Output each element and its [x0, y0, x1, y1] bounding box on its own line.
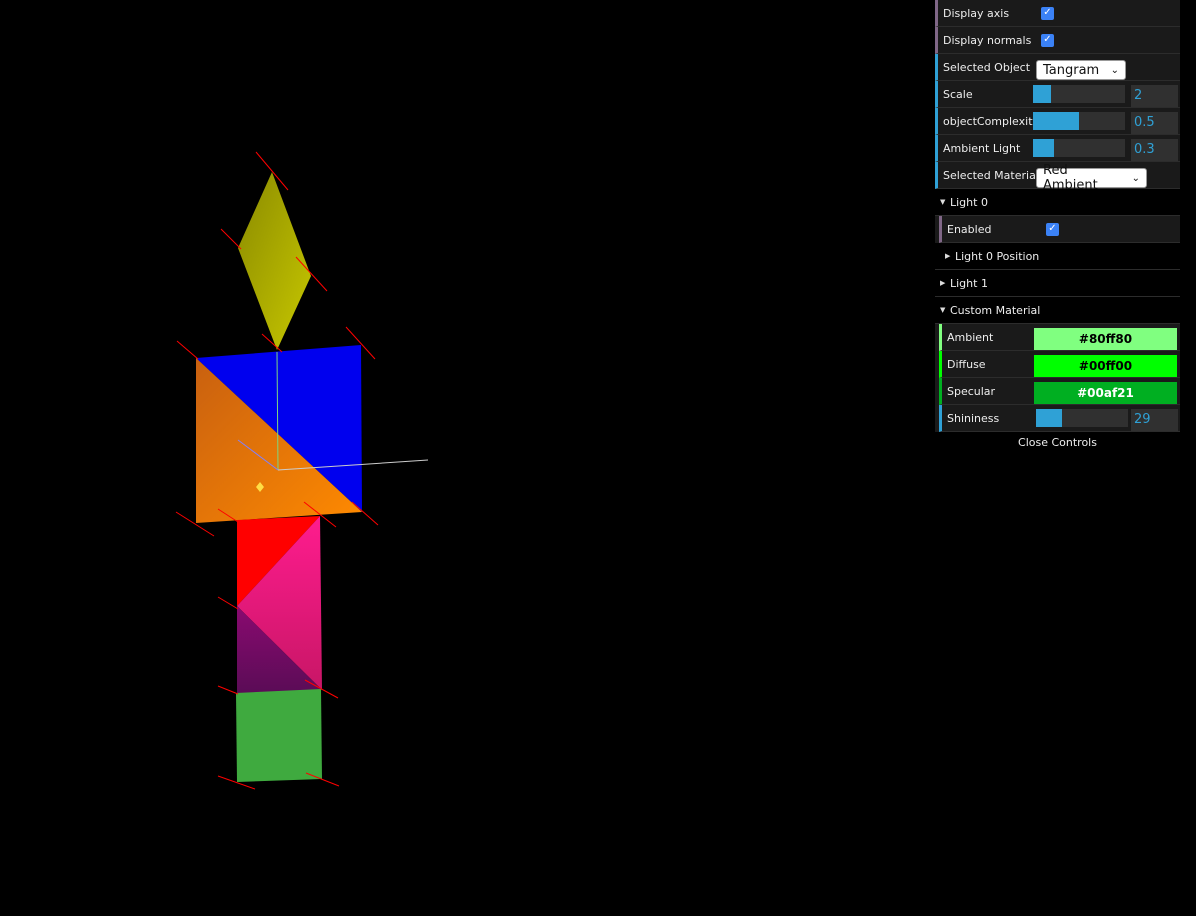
- selected-object-label: Selected Object: [943, 60, 1031, 74]
- selected-object-select[interactable]: Tangram ⌄: [1036, 60, 1126, 80]
- chevron-down-icon: ⌄: [1131, 172, 1140, 184]
- scale-slider-fill: [1033, 85, 1052, 103]
- ambient-color-input[interactable]: #80ff80: [1034, 328, 1177, 350]
- light0-position-title: Light 0 Position: [955, 249, 1040, 263]
- caret-right-icon: ▶: [940, 279, 946, 287]
- light0-folder-title[interactable]: ▼ Light 0: [935, 189, 1180, 216]
- green-square-piece: [236, 689, 322, 782]
- caret-down-icon: ▼: [940, 306, 946, 314]
- object-complexity-row: objectComplexity 0.5: [935, 108, 1180, 135]
- diffuse-color-row: Diffuse #00ff00: [939, 351, 1180, 378]
- selected-material-value: Red Ambient: [1043, 163, 1098, 193]
- scale-label: Scale: [943, 87, 973, 101]
- display-normals-checkbox[interactable]: ✓: [1041, 33, 1054, 47]
- light0-enabled-label: Enabled: [947, 222, 992, 236]
- display-axis-label: Display axis: [943, 6, 1010, 20]
- specular-color-input[interactable]: #00af21: [1034, 382, 1177, 404]
- custom-material-folder-title[interactable]: ▼ Custom Material: [935, 297, 1180, 324]
- selected-object-value: Tangram: [1043, 62, 1100, 78]
- object-complexity-input[interactable]: 0.5: [1131, 112, 1178, 134]
- ambient-color-row: Ambient #80ff80: [939, 324, 1180, 351]
- display-axis-checkbox[interactable]: ✓: [1041, 6, 1054, 20]
- object-complexity-slider[interactable]: [1033, 112, 1125, 130]
- scale-input[interactable]: 2: [1131, 85, 1178, 107]
- custom-material-title: Custom Material: [950, 303, 1041, 317]
- light0-position-folder-title[interactable]: ▶ Light 0 Position: [935, 243, 1180, 270]
- ambient-light-row: Ambient Light 0.3: [935, 135, 1180, 162]
- light0-title: Light 0: [950, 195, 988, 209]
- chevron-down-icon: ⌄: [1110, 64, 1119, 76]
- diffuse-color-label: Diffuse: [947, 357, 986, 371]
- light1-folder-title[interactable]: ▶ Light 1: [935, 270, 1180, 297]
- selected-material-row: Selected Material Red Ambient ⌄: [935, 162, 1180, 193]
- display-axis-row[interactable]: Display axis ✓: [935, 0, 1180, 27]
- ambient-light-slider[interactable]: [1033, 139, 1125, 157]
- caret-right-icon: ▶: [945, 252, 951, 260]
- shininess-input[interactable]: 29: [1131, 409, 1178, 431]
- caret-down-icon: ▼: [940, 198, 946, 206]
- object-complexity-label: objectComplexity: [943, 114, 1040, 128]
- diffuse-color-input[interactable]: #00ff00: [1034, 355, 1177, 377]
- shininess-row: Shininess 29: [939, 405, 1180, 432]
- selected-object-row: Selected Object Tangram ⌄: [935, 54, 1180, 81]
- ambient-light-label: Ambient Light: [943, 141, 1021, 155]
- shininess-label: Shininess: [947, 411, 1000, 425]
- display-normals-row[interactable]: Display normals ✓: [935, 27, 1180, 54]
- selected-material-label: Selected Material: [943, 168, 1039, 182]
- specular-color-row: Specular #00af21: [939, 378, 1180, 405]
- light0-enabled-checkbox[interactable]: ✓: [1046, 222, 1059, 236]
- display-normals-label: Display normals: [943, 33, 1032, 47]
- ambient-color-label: Ambient: [947, 330, 994, 344]
- object-complexity-slider-fill: [1033, 112, 1079, 130]
- light1-title: Light 1: [950, 276, 988, 290]
- specular-color-label: Specular: [947, 384, 996, 398]
- scale-slider[interactable]: [1033, 85, 1125, 103]
- scale-row: Scale 2: [935, 81, 1180, 108]
- close-controls-button[interactable]: Close Controls: [935, 432, 1180, 454]
- shininess-slider-fill: [1036, 409, 1062, 427]
- ambient-light-slider-fill: [1033, 139, 1055, 157]
- selected-material-select[interactable]: Red Ambient ⌄: [1036, 163, 1147, 193]
- shininess-slider[interactable]: [1036, 409, 1128, 427]
- light0-enabled-row[interactable]: Enabled ✓: [939, 216, 1180, 243]
- controls-panel: Display axis ✓ Display normals ✓ Selecte…: [935, 0, 1180, 454]
- ambient-light-input[interactable]: 0.3: [1131, 139, 1178, 161]
